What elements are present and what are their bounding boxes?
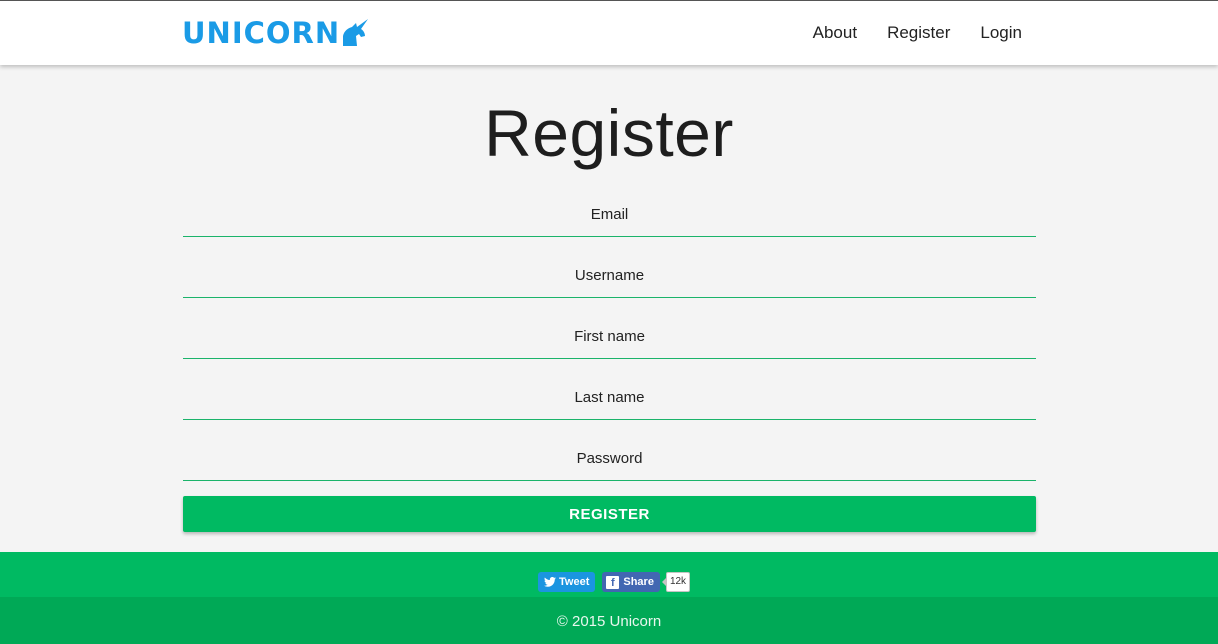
brand-name: UNICORN <box>182 16 341 50</box>
unicorn-icon <box>343 19 369 46</box>
social-buttons: Tweet f Share 12k <box>538 572 691 592</box>
facebook-icon: f <box>606 575 620 589</box>
page-title: Register <box>484 96 734 170</box>
last-name-field[interactable] <box>183 375 1036 420</box>
register-form: REGISTER <box>183 192 1036 532</box>
password-field[interactable] <box>183 436 1036 481</box>
navbar: UNICORN About Register Login <box>0 0 1218 65</box>
email-field[interactable] <box>183 192 1036 237</box>
share-count-badge: 12k <box>661 572 691 592</box>
nav-links: About Register Login <box>813 22 1022 44</box>
tweet-label: Tweet <box>559 576 590 588</box>
share-label: Share <box>623 576 654 588</box>
copyright-text: © 2015 Unicorn <box>556 613 662 630</box>
nav-login-link[interactable]: Login <box>980 22 1022 44</box>
nav-register-link[interactable]: Register <box>887 22 950 44</box>
social-bar: Tweet f Share 12k <box>0 552 1218 597</box>
nav-about-link[interactable]: About <box>813 22 857 44</box>
tweet-button[interactable]: Tweet <box>538 572 596 592</box>
brand-logo[interactable]: UNICORN <box>182 15 371 51</box>
facebook-share-button[interactable]: f Share <box>602 572 660 592</box>
twitter-bird-icon <box>544 577 556 587</box>
username-field[interactable] <box>183 253 1036 298</box>
first-name-field[interactable] <box>183 314 1036 359</box>
copyright-bar: © 2015 Unicorn <box>0 597 1218 644</box>
register-button[interactable]: REGISTER <box>183 496 1036 532</box>
